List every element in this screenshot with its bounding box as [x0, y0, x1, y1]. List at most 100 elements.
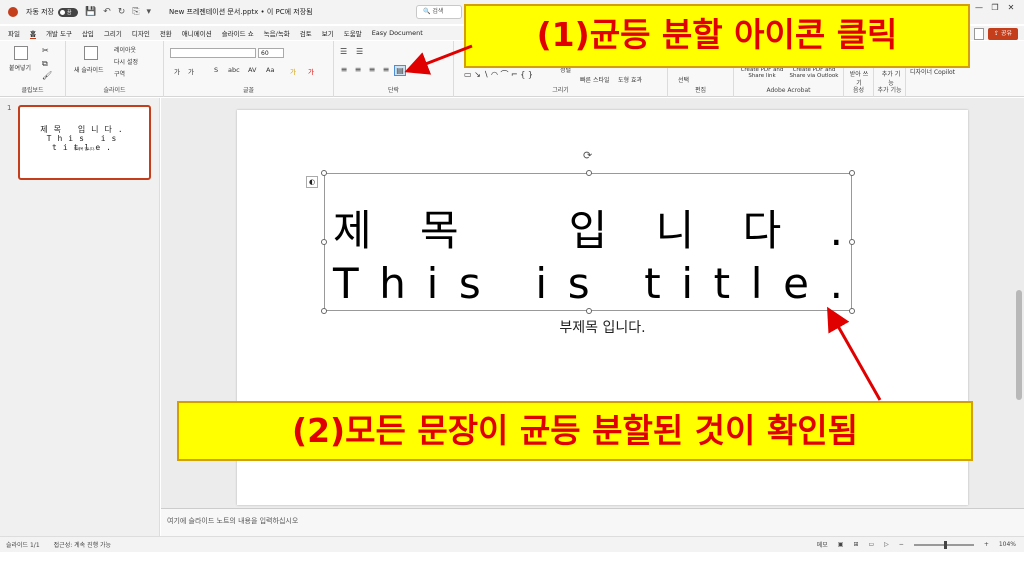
format-painter-icon[interactable]: 🖌 [42, 71, 52, 80]
tab-insert[interactable]: 삽입 [82, 28, 94, 38]
save-icon[interactable]: 💾 [85, 7, 96, 17]
tab-slideshow[interactable]: 슬라이드 쇼 [222, 28, 254, 38]
numbering-icon[interactable]: ☰ [356, 47, 363, 56]
tab-draw[interactable]: 그리기 [104, 28, 122, 38]
undo-icon[interactable]: ↶ [103, 7, 111, 17]
reading-view-icon[interactable]: ▭ [868, 541, 874, 548]
tab-review[interactable]: 검토 [300, 28, 312, 38]
resize-handle[interactable] [586, 308, 592, 314]
paste-icon[interactable] [14, 46, 28, 60]
shapes-gallery[interactable]: ▭ ↘ ∖ ◠ ⌒ ⌐ { } [464, 69, 533, 80]
tab-home[interactable]: 홈 [29, 28, 36, 39]
window-controls: — ❐ ✕ [972, 3, 1018, 15]
rotate-handle-icon[interactable]: ⟳ [583, 149, 592, 162]
autosave-toggle[interactable]: 끔 [58, 7, 78, 17]
tab-transitions[interactable]: 전환 [160, 28, 172, 38]
new-slide-icon[interactable] [84, 46, 98, 60]
resize-handle[interactable] [321, 170, 327, 176]
italic-button[interactable]: 가 [188, 66, 194, 76]
maximize-button[interactable]: ❐ [988, 3, 1002, 15]
font-size-input[interactable]: 60 [258, 48, 284, 58]
justify-icon[interactable]: ≡ [380, 65, 392, 76]
tab-developer[interactable]: 개발 도구 [46, 28, 72, 38]
resize-handle[interactable] [321, 239, 327, 245]
title_line1-char: 제 [333, 206, 372, 255]
clipboard-icon[interactable]: ⎘ [132, 7, 139, 17]
tab-design[interactable]: 디자인 [132, 28, 150, 38]
slide-thumbnail[interactable]: 제목 입니다. This is title. 부제목 입니다. [18, 105, 151, 180]
create-pdf-share-link-button[interactable]: Create PDF and Share link [738, 67, 786, 79]
annotation-step-2: (2)모든 문장이 균등 분할된 것이 확인됨 [177, 401, 973, 461]
comments-icon[interactable] [974, 28, 984, 40]
paste-button[interactable]: 붙여넣기 [9, 63, 31, 72]
tab-easy-document[interactable]: Easy Document [372, 29, 423, 37]
select-button[interactable]: 선택 [678, 75, 689, 84]
minimize-button[interactable]: — [972, 3, 986, 15]
title_line1-char: 다 [742, 206, 782, 255]
resize-handle[interactable] [321, 308, 327, 314]
font-color-button[interactable]: 가 [308, 66, 314, 76]
tab-file[interactable]: 파일 [8, 28, 20, 38]
layout-button[interactable]: 레이아웃 [114, 45, 136, 54]
font-label: 글꼴 [242, 87, 255, 94]
redo-icon[interactable]: ↻ [118, 7, 126, 17]
strikethrough-button[interactable]: S [214, 66, 218, 74]
notes-pane[interactable]: 여기에 슬라이드 노트의 내용을 입력하십시오 [161, 508, 1024, 536]
resize-handle[interactable] [849, 239, 855, 245]
share-button[interactable]: ⇪ 공유 [988, 28, 1018, 40]
tab-view[interactable]: 보기 [322, 28, 334, 38]
resize-handle[interactable] [849, 308, 855, 314]
normal-view-icon[interactable]: ▣ [838, 541, 844, 548]
align-right-icon[interactable]: ≡ [366, 65, 378, 76]
highlight-button[interactable]: 가 [290, 66, 296, 76]
subtitle-text[interactable]: 부제목 입니다. [237, 317, 968, 337]
title_line2-char: t [644, 259, 661, 308]
copy-icon[interactable]: ⧉ [42, 59, 48, 69]
bullets-icon[interactable]: ☰ [340, 47, 347, 56]
addins-label: 추가 기능 [877, 87, 902, 94]
notes-toggle[interactable]: 메모 [817, 540, 828, 549]
char-spacing-button[interactable]: AV [248, 66, 256, 74]
title_line2-char: . [829, 259, 843, 308]
slideshow-icon[interactable]: ▷ [884, 541, 889, 548]
zoom-out-icon[interactable]: − [899, 541, 904, 548]
distributed-icon[interactable]: ▤ [394, 65, 406, 76]
voice-label: 음성 [852, 87, 865, 94]
quick-styles-button[interactable]: 빠른 스타일 [580, 75, 610, 84]
tab-help[interactable]: 도움말 [344, 28, 362, 38]
status-bar: 슬라이드 1/1 접근성: 계속 진행 가능 메모 ▣ ⊞ ▭ ▷ − + 10… [0, 536, 1024, 552]
strike-abc-button[interactable]: abc [228, 66, 240, 74]
reset-button[interactable]: 다시 설정 [114, 57, 138, 66]
zoom-slider[interactable] [913, 540, 974, 549]
font-name-input[interactable] [170, 48, 256, 58]
tab-record[interactable]: 녹음/녹화 [264, 28, 290, 38]
search-box[interactable]: 🔍 검색 [416, 5, 462, 19]
zoom-in-icon[interactable]: + [984, 541, 989, 548]
title-line-2: This is title. [325, 259, 851, 309]
create-pdf-outlook-button[interactable]: Create PDF and Share via Outlook [786, 67, 842, 79]
title_line2-char: i [681, 259, 694, 308]
close-button[interactable]: ✕ [1004, 3, 1018, 15]
align-left-icon[interactable]: ≡ [338, 65, 350, 76]
change-case-button[interactable]: Aa [266, 66, 274, 74]
cut-icon[interactable]: ✂ [42, 46, 49, 55]
tab-animations[interactable]: 애니메이션 [182, 28, 212, 38]
bold-button[interactable]: 가 [174, 66, 180, 76]
designer-copilot-button[interactable]: 디자이너 Copilot [910, 67, 955, 76]
zoom-level[interactable]: 104% [999, 541, 1016, 548]
title_line2-char: s [458, 259, 481, 308]
title-textbox[interactable]: 제목 입니다. This is title. [321, 170, 855, 314]
section-button[interactable]: 구역 [114, 69, 125, 78]
align-center-icon[interactable]: ≡ [352, 65, 364, 76]
accessibility-status[interactable]: 접근성: 계속 진행 가능 [54, 540, 111, 549]
resize-handle[interactable] [586, 170, 592, 176]
vertical-scrollbar[interactable] [1016, 100, 1022, 530]
slide-sorter-icon[interactable]: ⊞ [853, 541, 858, 548]
scrollbar-thumb[interactable] [1016, 290, 1022, 400]
shape-effects-button[interactable]: 도형 효과 [618, 75, 642, 84]
resize-handle[interactable] [849, 170, 855, 176]
customize-toolbar-icon[interactable]: ▾ [147, 7, 152, 17]
new-slide-button[interactable]: 새 슬라이드 [74, 65, 104, 74]
layout-options-icon[interactable]: ◐ [306, 176, 318, 188]
title_line1-char: 니 [655, 206, 695, 255]
